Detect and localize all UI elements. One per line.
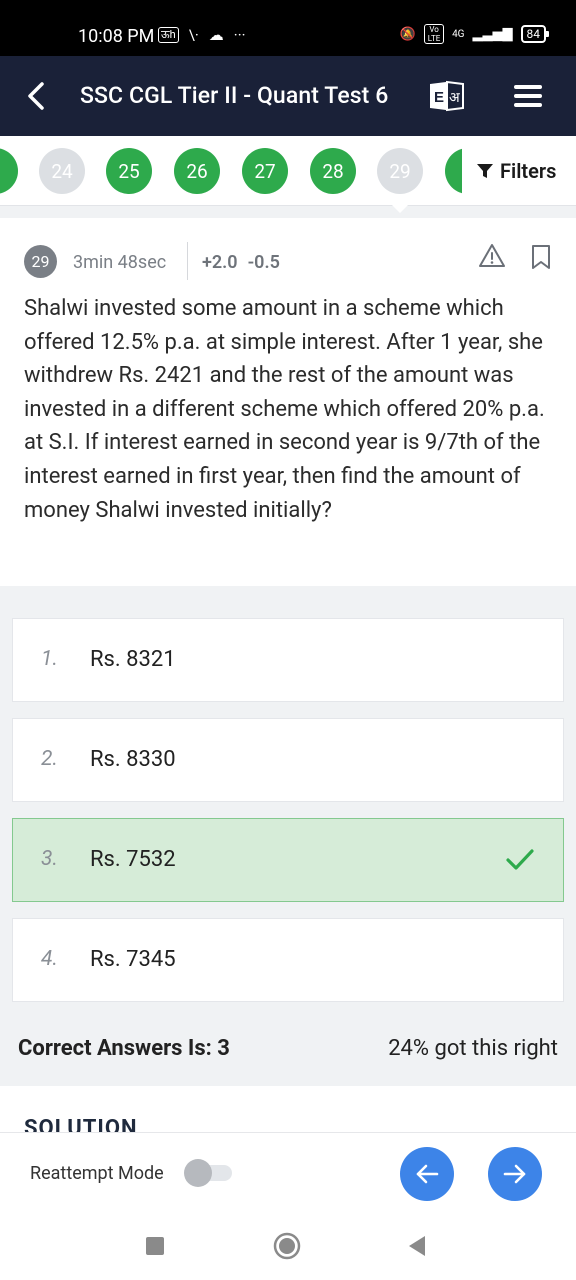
app-bar: SSC CGL Tier II - Quant Test 6 E अ (0, 56, 576, 136)
question-number-strip[interactable]: 3 24 25 26 27 28 29 3 Filters (0, 136, 576, 206)
time-taken: 3min 48sec (73, 252, 167, 273)
option-text: Rs. 7345 (90, 947, 176, 972)
option-text: Rs. 7532 (90, 847, 176, 872)
positive-marks: +2.0 (202, 252, 238, 273)
page-title: SSC CGL Tier II - Quant Test 6 (80, 82, 389, 109)
svg-text:E: E (434, 89, 444, 106)
option-number: 4. (41, 947, 58, 971)
option-text: Rs. 8321 (90, 647, 176, 672)
answer-option[interactable]: 4. Rs. 7345 (12, 918, 564, 1002)
question-chip[interactable]: 27 (242, 148, 288, 194)
question-card: 29 3min 48sec +2.0 -0.5 Shalwi invested … (0, 218, 576, 586)
report-warning-icon[interactable] (478, 242, 506, 270)
system-navigation-bar (0, 1212, 576, 1280)
mute-icon: 🔕 (399, 26, 417, 42)
question-chip[interactable]: 25 (106, 148, 152, 194)
checkmark-icon (506, 849, 534, 870)
result-row: Correct Answers Is: 3 24% got this right (0, 1010, 576, 1086)
divider (187, 242, 188, 280)
current-question-pointer (392, 205, 408, 213)
antenna-icon: \· (188, 26, 199, 44)
reattempt-toggle[interactable] (184, 1159, 232, 1187)
arrow-right-icon (503, 1164, 526, 1184)
filters-button[interactable]: Filters (462, 136, 576, 205)
solution-heading: SOLUTION (24, 1116, 138, 1132)
solution-section: SOLUTION (0, 1086, 576, 1132)
cloud-icon: ☁ (208, 26, 224, 44)
option-number: 2. (41, 747, 58, 771)
home-icon[interactable] (273, 1232, 301, 1260)
filters-label: Filters (500, 159, 557, 183)
marks-info: +2.0 -0.5 (202, 252, 280, 273)
option-number: 3. (41, 847, 58, 871)
answer-option[interactable]: 2. Rs. 8330 (12, 718, 564, 802)
status-bar: 10:08 PM ऊh \· ☁ ··· 🔕 Vo LTE 4G ▂▃▅▇ 84 (0, 0, 576, 56)
question-chip[interactable]: 24 (39, 148, 85, 194)
hamburger-menu-icon[interactable] (512, 82, 544, 110)
option-text: Rs. 8330 (90, 747, 176, 772)
question-number-badge: 29 (24, 245, 57, 278)
back-arrow-icon[interactable] (22, 78, 52, 114)
percent-correct: 24% got this right (388, 1035, 558, 1061)
network-type: 4G (452, 28, 465, 40)
bottom-action-bar: Reattempt Mode (0, 1132, 576, 1212)
question-chip[interactable]: 26 (174, 148, 220, 194)
correct-answer-label: Correct Answers Is: 3 (18, 1035, 230, 1061)
recents-icon[interactable] (146, 1237, 164, 1255)
bookmark-icon[interactable] (530, 244, 552, 270)
option-number: 1. (41, 647, 58, 671)
signal-icon: ▂▃▅▇ (472, 26, 513, 42)
arrow-left-icon (416, 1164, 439, 1184)
language-toggle-icon[interactable]: E अ (428, 80, 466, 112)
question-chip[interactable]: 28 (310, 148, 356, 194)
system-back-icon[interactable] (406, 1234, 428, 1258)
negative-marks: -0.5 (247, 252, 280, 273)
question-text: Shalwi invested some amount in a scheme … (24, 296, 545, 523)
status-notification-icons: ऊh \· ☁ ··· (158, 26, 246, 44)
status-time: 10:08 PM (78, 26, 155, 47)
reattempt-mode-label: Reattempt Mode (30, 1163, 164, 1184)
question-chip[interactable]: 3 (0, 148, 18, 194)
filter-funnel-icon (477, 164, 493, 178)
question-chip-current[interactable]: 29 (377, 148, 423, 194)
previous-question-button[interactable] (400, 1147, 454, 1201)
answer-option-correct[interactable]: 3. Rs. 7532 (12, 818, 564, 902)
more-dots-icon: ··· (233, 26, 246, 44)
toggle-knob (184, 1159, 212, 1187)
volte-icon: Vo LTE (424, 24, 445, 44)
battery-icon: 84 (520, 25, 549, 43)
app-notification-icon: ऊh (158, 27, 179, 43)
answer-option[interactable]: 1. Rs. 8321 (12, 618, 564, 702)
status-system-icons: 🔕 Vo LTE 4G ▂▃▅▇ 84 (399, 24, 549, 44)
svg-text:अ: अ (449, 90, 460, 106)
next-question-button[interactable] (488, 1147, 542, 1201)
